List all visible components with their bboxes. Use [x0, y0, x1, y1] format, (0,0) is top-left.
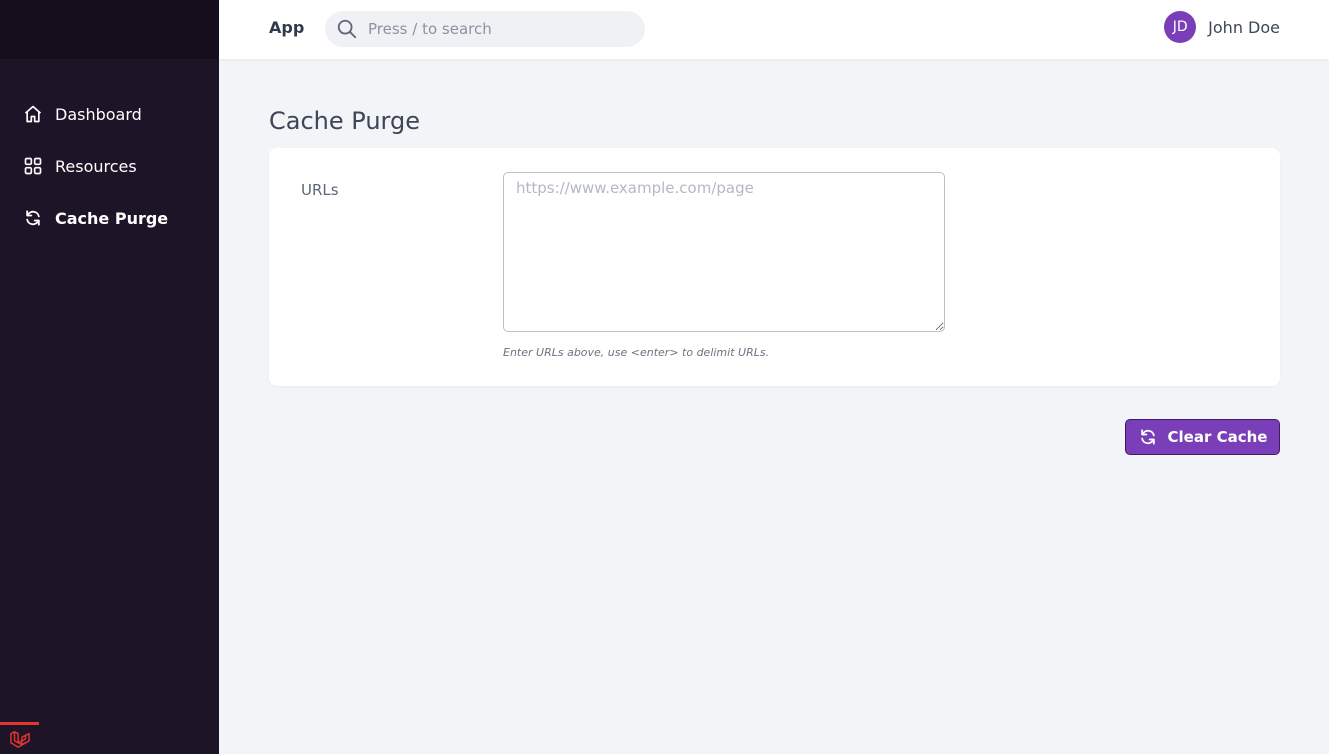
sidebar-item-resources[interactable]: Resources — [0, 140, 219, 192]
search-input[interactable] — [368, 20, 628, 38]
page-title: Cache Purge — [269, 107, 420, 135]
home-icon — [23, 104, 43, 124]
urls-help-text: Enter URLs above, use <enter> to delimit… — [503, 346, 770, 359]
avatar[interactable]: JD — [1164, 11, 1197, 43]
urls-textarea[interactable] — [503, 172, 945, 332]
user-menu[interactable]: JD John Doe — [1164, 11, 1280, 43]
sidebar-nav: Dashboard Resources Cache Purge — [0, 59, 219, 244]
sidebar-item-label: Cache Purge — [55, 208, 169, 228]
sidebar-item-label: Resources — [55, 156, 137, 176]
app-label[interactable]: App — [269, 18, 304, 37]
refresh-icon — [1138, 427, 1158, 447]
urls-label: URLs — [301, 181, 339, 199]
clear-cache-button[interactable]: Clear Cache — [1125, 419, 1280, 455]
user-name[interactable]: John Doe — [1208, 18, 1280, 37]
sidebar-header — [0, 0, 219, 59]
sidebar-item-dashboard[interactable]: Dashboard — [0, 88, 219, 140]
sidebar: Dashboard Resources Cache Purge — [0, 0, 219, 754]
search-icon — [336, 18, 358, 40]
laravel-logo-icon[interactable] — [0, 722, 39, 754]
sidebar-item-cache-purge[interactable]: Cache Purge — [0, 192, 219, 244]
clear-cache-button-label: Clear Cache — [1167, 428, 1268, 446]
refresh-icon — [23, 208, 43, 228]
cache-purge-form-card: URLs Enter URLs above, use <enter> to de… — [269, 148, 1280, 386]
search-bar[interactable] — [325, 11, 645, 47]
top-bar: App JD John Doe — [219, 0, 1329, 59]
grid-icon — [23, 156, 43, 176]
sidebar-item-label: Dashboard — [55, 104, 142, 124]
